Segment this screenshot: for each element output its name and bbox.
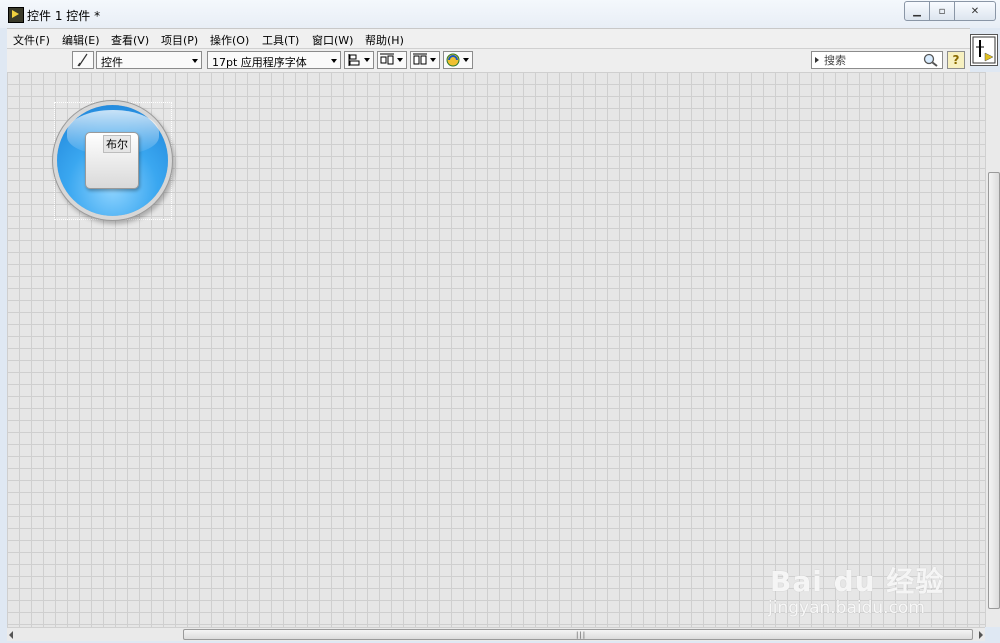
connector-pane-icon[interactable] xyxy=(970,34,998,66)
window-controls: ▁ ▫ ✕ xyxy=(904,1,996,21)
labview-app-icon xyxy=(8,7,24,23)
menu-view[interactable]: 查看(V) xyxy=(111,32,149,48)
menu-bar: 文件(F) 编辑(E) 查看(V) 项目(P) 操作(O) 工具(T) 窗口(W… xyxy=(7,28,970,49)
scroll-left-icon[interactable] xyxy=(9,631,13,639)
distribute-icon xyxy=(380,53,403,65)
menu-project[interactable]: 项目(P) xyxy=(161,32,198,48)
align-icon xyxy=(348,54,370,66)
menu-window[interactable]: 窗口(W) xyxy=(312,32,353,48)
grip-icon: ||| xyxy=(576,631,587,639)
watermark-url: jingyan.baidu.com xyxy=(768,598,925,618)
resize-objects-button[interactable] xyxy=(410,51,440,69)
minimize-button[interactable]: ▁ xyxy=(904,1,930,21)
help-button[interactable]: ? xyxy=(947,51,965,69)
chevron-down-icon xyxy=(192,59,198,63)
align-objects-button[interactable] xyxy=(344,51,374,69)
search-input[interactable] xyxy=(824,53,920,67)
chevron-down-icon xyxy=(331,59,337,63)
reorder-button[interactable] xyxy=(443,51,473,69)
title-bar: 控件 1 控件 * ▁ ▫ ✕ xyxy=(0,0,1000,28)
pen-icon xyxy=(77,53,88,67)
window-title: 控件 1 控件 * xyxy=(27,9,101,23)
control-type-dropdown[interactable]: 控件 xyxy=(96,51,202,69)
caret-right-icon xyxy=(815,57,819,63)
close-button[interactable]: ✕ xyxy=(955,1,996,21)
search-box[interactable] xyxy=(811,51,943,69)
reorder-icon xyxy=(446,53,469,67)
boolean-label[interactable]: 布尔 xyxy=(103,135,131,153)
menu-file[interactable]: 文件(F) xyxy=(13,32,50,48)
menu-tools[interactable]: 工具(T) xyxy=(262,32,299,48)
toolbar: 控件 17pt 应用程序字体 搜索 ? xyxy=(7,48,970,74)
menu-operate[interactable]: 操作(O) xyxy=(210,32,249,48)
font-value: 17pt 应用程序字体 xyxy=(212,56,307,69)
font-dropdown[interactable]: 17pt 应用程序字体 xyxy=(207,51,341,69)
edit-text-button[interactable] xyxy=(72,51,94,69)
menu-help[interactable]: 帮助(H) xyxy=(365,32,404,48)
watermark-brand: Bai du 经验 xyxy=(770,565,945,598)
menu-edit[interactable]: 编辑(E) xyxy=(62,32,100,48)
horizontal-scrollbar[interactable]: ||| xyxy=(7,627,985,641)
scroll-right-icon[interactable] xyxy=(979,631,983,639)
distribute-objects-button[interactable] xyxy=(377,51,407,69)
vertical-scroll-thumb[interactable] xyxy=(988,172,1000,609)
search-icon[interactable] xyxy=(923,53,939,70)
maximize-button[interactable]: ▫ xyxy=(930,1,955,21)
vertical-scrollbar[interactable] xyxy=(985,72,1000,627)
resize-icon xyxy=(413,53,436,65)
horizontal-scroll-thumb[interactable]: ||| xyxy=(183,629,973,640)
control-type-value: 控件 xyxy=(101,56,123,69)
